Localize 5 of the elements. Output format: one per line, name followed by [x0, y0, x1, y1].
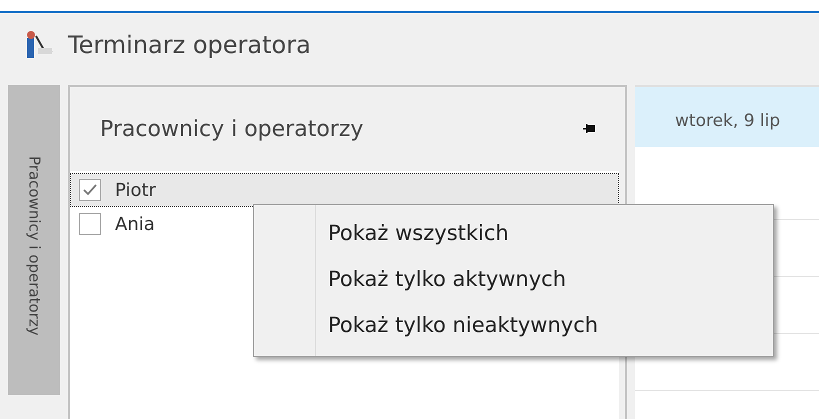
window-title: Terminarz operatora [68, 30, 311, 61]
panel-title: Pracownicy i operatorzy [100, 116, 364, 144]
employee-name: Ania [115, 212, 155, 236]
employee-name: Piotr [115, 178, 156, 202]
day-header: wtorek, 9 lip [635, 87, 819, 147]
